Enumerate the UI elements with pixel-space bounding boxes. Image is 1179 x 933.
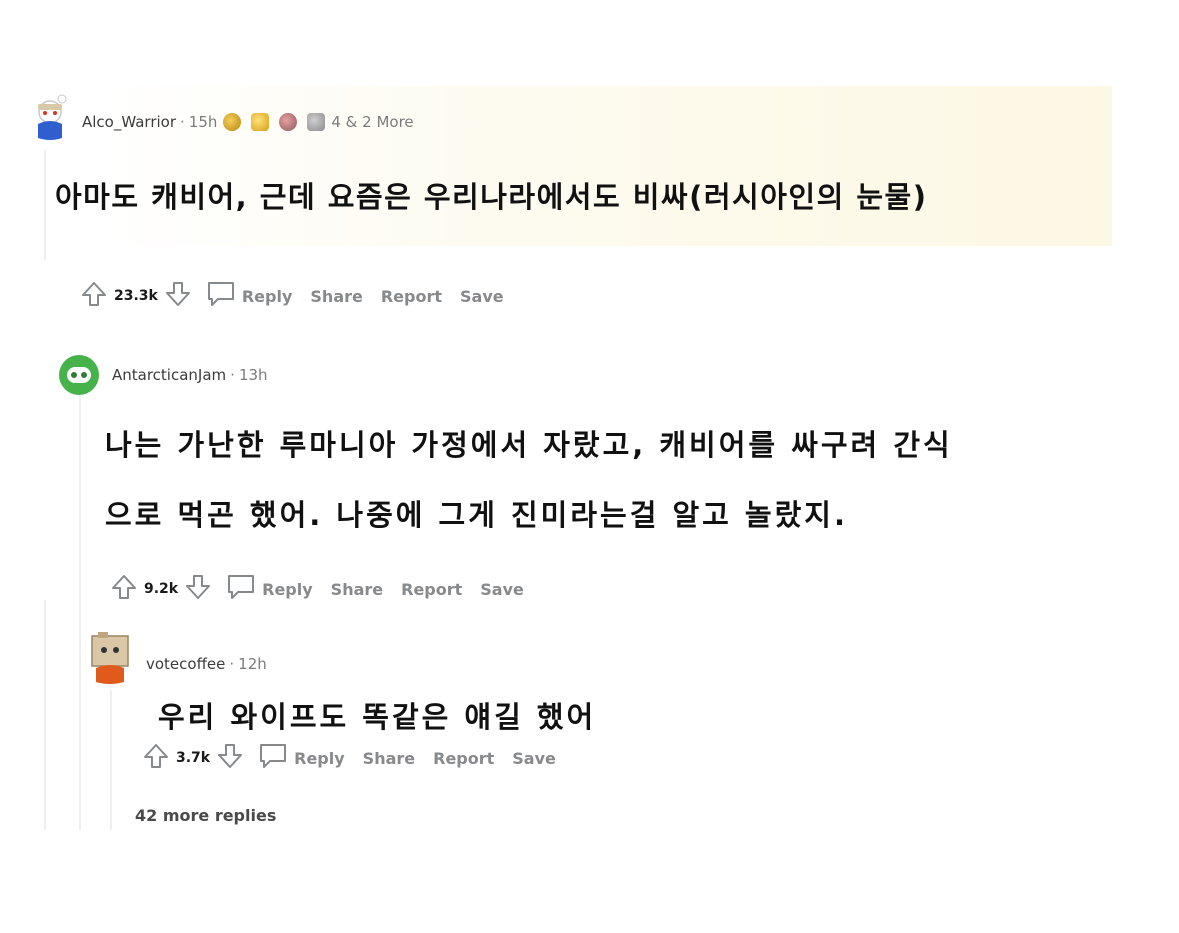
thread-line-level-2[interactable] — [110, 690, 112, 830]
thread-line-level-1[interactable] — [79, 395, 81, 830]
comment-body-line: 우리 와이프도 똑같은 얘길 했어 — [158, 700, 597, 734]
comment-timestamp[interactable]: 12h — [238, 655, 267, 673]
thread-line-level-0-lower[interactable] — [44, 600, 46, 830]
comment-username[interactable]: AntarcticanJam — [112, 366, 226, 384]
share-button[interactable]: Share — [331, 580, 383, 599]
reply-button[interactable]: Reply — [294, 749, 345, 768]
more-replies-link[interactable]: 42 more replies — [135, 806, 276, 825]
medal-award-icon[interactable] — [251, 113, 270, 131]
box-avatar-icon[interactable] — [88, 630, 132, 686]
downvote-icon[interactable] — [216, 742, 244, 774]
report-button[interactable]: Report — [381, 287, 442, 306]
upvote-icon[interactable] — [110, 573, 138, 605]
vote-score: 23.3k — [114, 288, 158, 304]
upvote-icon[interactable] — [142, 742, 170, 774]
comment-body-line: 으로 먹곤 했어. 나중에 그게 진미라는걸 알고 놀랐지. — [105, 498, 848, 532]
comment-timestamp[interactable]: 15h — [189, 113, 218, 131]
comment-timestamp[interactable]: 13h — [239, 366, 268, 384]
silver-award-icon[interactable] — [307, 113, 326, 131]
upvote-icon[interactable] — [80, 280, 108, 312]
reply-button[interactable]: Reply — [262, 580, 313, 599]
comment-username[interactable]: Alco_Warrior — [82, 113, 176, 131]
meta-separator: · — [230, 366, 235, 384]
comment-body: 나는 가난한 루마니아 가정에서 자랐고, 캐비어를 싸구려 간식 으로 먹곤 … — [105, 410, 953, 550]
award-highlight-background — [100, 86, 1112, 246]
reply-bubble-icon[interactable] — [226, 573, 256, 605]
comment-username[interactable]: votecoffee — [146, 655, 225, 673]
reply-bubble-icon[interactable] — [258, 742, 288, 774]
save-button[interactable]: Save — [480, 580, 524, 599]
downvote-icon[interactable] — [164, 280, 192, 312]
comment-body: 우리 와이프도 똑같은 얘길 했어 — [158, 694, 596, 736]
awards-list[interactable]: 4 & 2 More — [223, 113, 414, 131]
vote-score: 9.2k — [144, 581, 179, 597]
comment-body: 아마도 캐비어, 근데 요즘은 우리나라에서도 비싸(러시아인의 눈물) — [55, 174, 927, 216]
face-award-icon[interactable] — [279, 113, 298, 131]
green-robot-avatar-icon[interactable] — [58, 354, 100, 396]
reply-button[interactable]: Reply — [242, 287, 293, 306]
reply-bubble-icon[interactable] — [206, 280, 236, 312]
more-awards-label[interactable]: 4 & 2 More — [331, 113, 413, 131]
comment-body-line: 나는 가난한 루마니아 가정에서 자랐고, 캐비어를 싸구려 간식 — [105, 428, 953, 462]
report-button[interactable]: Report — [401, 580, 462, 599]
save-button[interactable]: Save — [512, 749, 556, 768]
downvote-icon[interactable] — [184, 573, 212, 605]
save-button[interactable]: Save — [460, 287, 504, 306]
report-button[interactable]: Report — [433, 749, 494, 768]
meta-separator: · — [229, 655, 235, 673]
vote-score: 3.7k — [176, 750, 211, 766]
gold-award-icon[interactable] — [223, 113, 242, 131]
snoo-avatar-icon[interactable] — [30, 92, 70, 142]
comment-body-line: 아마도 캐비어, 근데 요즘은 우리나라에서도 비싸(러시아인의 눈물) — [55, 180, 928, 214]
thread-line-level-0[interactable] — [44, 150, 46, 260]
share-button[interactable]: Share — [363, 749, 415, 768]
share-button[interactable]: Share — [310, 287, 362, 306]
meta-separator: · — [180, 113, 185, 131]
